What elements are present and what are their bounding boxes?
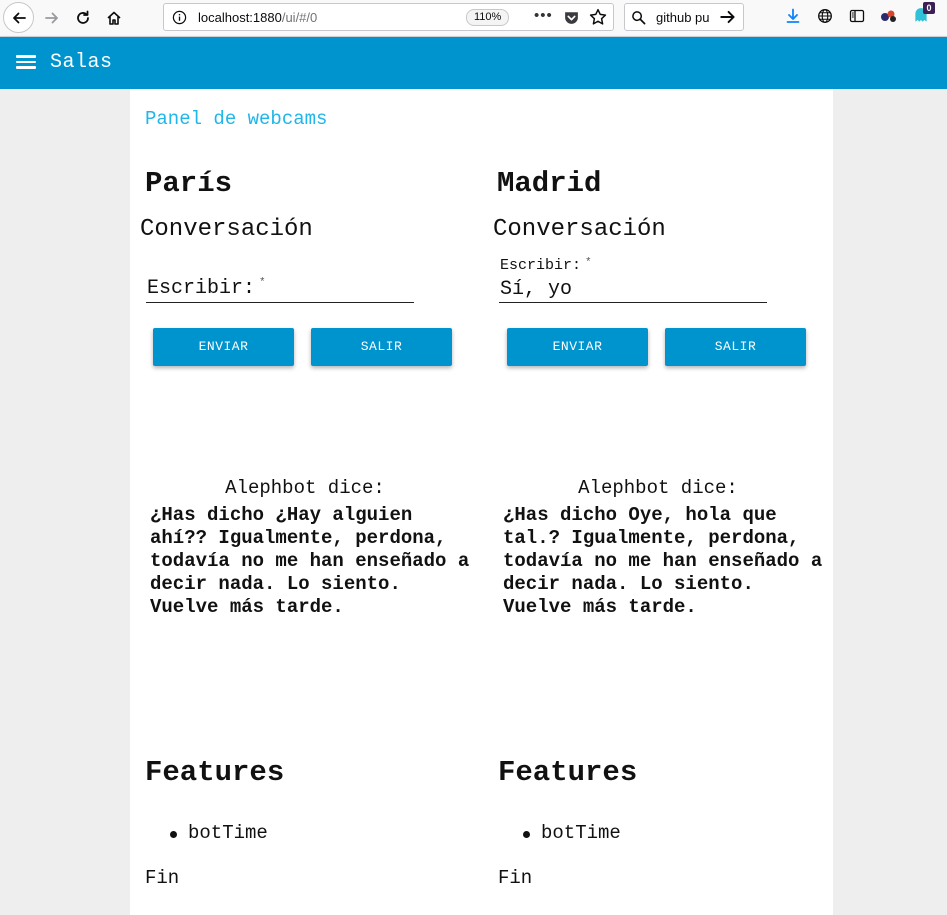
sidebar-icon[interactable] bbox=[847, 6, 867, 26]
conversation-title: Conversación bbox=[493, 216, 666, 243]
room-column-madrid: Madrid Conversación Escribir:* ENVIAR SA… bbox=[482, 89, 834, 915]
room-column-paris: París Conversación Escribir: * ENVIAR SAL… bbox=[130, 89, 482, 915]
bot-message: ¿Has dicho Oye, hola que tal.? Igualment… bbox=[503, 504, 823, 618]
home-button[interactable] bbox=[99, 3, 129, 33]
features-list: botTime bbox=[523, 822, 621, 844]
exit-button[interactable]: SALIR bbox=[311, 328, 452, 366]
search-bar[interactable]: github pu bbox=[624, 3, 744, 31]
footer-text: Fin bbox=[498, 867, 533, 889]
page-title: Salas bbox=[50, 51, 113, 74]
zoom-badge[interactable]: 110% bbox=[466, 9, 510, 26]
message-field[interactable]: Escribir: * bbox=[499, 255, 767, 303]
search-text: github pu bbox=[656, 10, 710, 25]
conversation-title: Conversación bbox=[140, 216, 313, 243]
dashboard-content: Panel de webcams París Conversación Escr… bbox=[0, 89, 947, 915]
message-field-label: Escribir: * bbox=[500, 257, 592, 274]
send-button[interactable]: ENVIAR bbox=[153, 328, 294, 366]
back-button[interactable] bbox=[3, 2, 34, 33]
download-icon[interactable] bbox=[783, 6, 803, 26]
bot-header: Alephbot dice: bbox=[578, 477, 738, 499]
forward-button[interactable] bbox=[37, 3, 67, 33]
features-title: Features bbox=[498, 756, 638, 789]
arrow-right-icon bbox=[45, 12, 58, 24]
browser-toolbar: localhost:1880/ui/#/0 110% ••• github pu… bbox=[0, 0, 947, 37]
extension-badge: 0 bbox=[923, 2, 935, 14]
search-icon bbox=[631, 10, 646, 30]
home-icon bbox=[107, 11, 121, 25]
features-title: Features bbox=[145, 756, 285, 789]
bookmark-star-icon[interactable] bbox=[589, 8, 607, 31]
room-title: Madrid bbox=[497, 167, 602, 200]
features-list: botTime bbox=[170, 822, 268, 844]
pocket-icon[interactable] bbox=[563, 9, 580, 31]
extension-spheres-icon[interactable] bbox=[879, 6, 899, 26]
arrow-left-icon bbox=[12, 12, 26, 23]
bot-header: Alephbot dice: bbox=[225, 477, 385, 499]
globe-icon[interactable] bbox=[815, 6, 835, 26]
required-mark: * bbox=[585, 257, 592, 269]
hamburger-menu-icon[interactable] bbox=[16, 52, 38, 74]
message-field[interactable]: Escribir: * bbox=[146, 255, 414, 303]
url-path: /ui/#/0 bbox=[281, 10, 318, 25]
message-input[interactable] bbox=[147, 273, 407, 299]
reload-button[interactable] bbox=[68, 3, 98, 33]
list-item: botTime bbox=[523, 822, 621, 844]
message-input[interactable] bbox=[500, 276, 760, 302]
url-bar[interactable]: localhost:1880/ui/#/0 110% ••• bbox=[163, 3, 614, 31]
bot-message: ¿Has dicho ¿Hay alguien ahí?? Igualmente… bbox=[150, 504, 470, 618]
webcam-panel-group: Panel de webcams París Conversación Escr… bbox=[130, 89, 833, 915]
info-icon[interactable] bbox=[172, 10, 187, 30]
send-button[interactable]: ENVIAR bbox=[507, 328, 648, 366]
reload-icon bbox=[77, 10, 89, 24]
app-toolbar: Salas bbox=[0, 37, 947, 89]
room-title: París bbox=[145, 167, 233, 200]
search-go-icon[interactable] bbox=[719, 8, 737, 31]
page-actions-icon[interactable]: ••• bbox=[534, 7, 553, 24]
message-label-text: Escribir: bbox=[500, 257, 582, 274]
list-item: botTime bbox=[170, 822, 268, 844]
url-text: localhost:1880/ui/#/0 bbox=[198, 10, 317, 25]
exit-button[interactable]: SALIR bbox=[665, 328, 806, 366]
url-host: localhost:1880 bbox=[198, 10, 282, 25]
footer-text: Fin bbox=[145, 867, 180, 889]
